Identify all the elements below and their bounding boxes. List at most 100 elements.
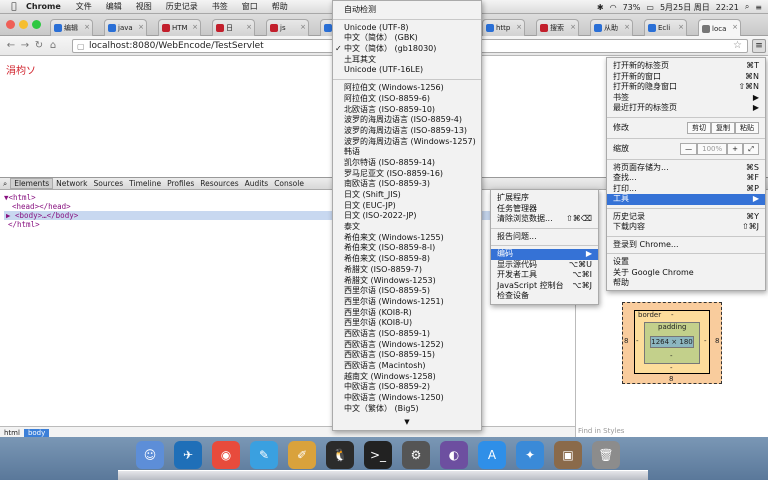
qq-icon[interactable]: 🐧 bbox=[326, 441, 354, 469]
eclipse-icon[interactable]: ◐ bbox=[440, 441, 468, 469]
wifi-icon[interactable]: ◠ bbox=[610, 3, 617, 12]
menu-item-chrome[interactable]: 打开新的标签页 ⌘T bbox=[607, 61, 765, 72]
menu-item-encoding[interactable]: 北欧语言 (ISO-8859-10) bbox=[333, 105, 481, 116]
menu-item-encoding[interactable]: 西欧语言 (Macintosh) bbox=[333, 361, 481, 372]
notes-icon[interactable]: ✐ bbox=[288, 441, 316, 469]
bluetooth-icon[interactable]: ✱ bbox=[597, 3, 604, 12]
pen-icon[interactable]: ✎ bbox=[250, 441, 278, 469]
menu-item-tool[interactable]: 编码 ▶ bbox=[491, 249, 598, 260]
browser-tab[interactable]: Ecli × bbox=[644, 19, 687, 36]
tab-close-icon[interactable]: × bbox=[246, 23, 252, 31]
menu-item-encoding[interactable]: 日文 (EUC-JP) bbox=[333, 201, 481, 212]
tab-close-icon[interactable]: × bbox=[732, 23, 738, 31]
tab-close-icon[interactable]: × bbox=[138, 23, 144, 31]
tab-close-icon[interactable]: × bbox=[84, 23, 90, 31]
tab-close-icon[interactable]: × bbox=[516, 23, 522, 31]
menu-item-auto-detect[interactable]: 自动检测 bbox=[333, 5, 481, 16]
spotlight-icon[interactable]: ⌕ bbox=[745, 2, 749, 12]
menu-item-encoding[interactable]: 日文 (ISO-2022-JP) bbox=[333, 211, 481, 222]
appstore-icon[interactable]: A bbox=[478, 441, 506, 469]
menu-item-encoding[interactable]: 希腊文 (Windows-1253) bbox=[333, 276, 481, 287]
forward-icon[interactable]: → bbox=[18, 40, 32, 51]
menu-item-encoding[interactable]: 越南文 (Windows-1258) bbox=[333, 372, 481, 383]
menu-item-encoding[interactable]: 西里尔语 (KOI8-U) bbox=[333, 318, 481, 329]
photo-icon[interactable]: ▣ bbox=[554, 441, 582, 469]
trash-icon[interactable]: 🗑 bbox=[592, 441, 620, 469]
menu-item-encoding[interactable]: 希伯来文 (ISO-8859-8-I) bbox=[333, 243, 481, 254]
menu-item-encoding[interactable]: 西里尔语 (Windows-1251) bbox=[333, 297, 481, 308]
menu-history[interactable]: 历史记录 bbox=[159, 1, 205, 12]
chrome-menu-button[interactable]: ≡ bbox=[752, 39, 766, 53]
menu-item-encoding[interactable]: 波罗的海周边语言 (ISO-8859-4) bbox=[333, 115, 481, 126]
menu-item-chrome[interactable]: 打开新的窗口 ⌘N bbox=[607, 72, 765, 83]
fullscreen-button[interactable]: ⤢ bbox=[743, 142, 759, 155]
menu-window[interactable]: 窗口 bbox=[235, 1, 265, 12]
clock[interactable]: 22:21 bbox=[716, 3, 739, 12]
browser-tab[interactable]: 从助 × bbox=[590, 19, 633, 36]
menu-item-encoding[interactable]: 阿拉伯文 (Windows-1256) bbox=[333, 83, 481, 94]
tab-close-icon[interactable]: × bbox=[624, 23, 630, 31]
menu-bookmarks[interactable]: 书签 bbox=[205, 1, 235, 12]
menu-item-chrome[interactable]: 帮助 bbox=[607, 278, 765, 289]
chrome-icon[interactable]: ◉ bbox=[212, 441, 240, 469]
menu-item-encoding[interactable]: 泰文 bbox=[333, 222, 481, 233]
menu-item-chrome[interactable]: 书签 ▶ bbox=[607, 93, 765, 104]
cut-button[interactable]: 剪切 bbox=[687, 121, 711, 134]
menu-item-encoding[interactable]: 西里尔语 (KOI8-R) bbox=[333, 308, 481, 319]
menu-item-tool[interactable]: 开发者工具 ⌥⌘I bbox=[491, 270, 598, 281]
menu-item-chrome[interactable]: 历史记录 ⌘Y bbox=[607, 212, 765, 223]
menu-item-encoding[interactable]: Unicode (UTF-16LE) bbox=[333, 65, 481, 76]
menu-item-chrome[interactable]: 最近打开的标签页 ▶ bbox=[607, 103, 765, 114]
menu-item-chrome[interactable]: 工具 ▶ bbox=[607, 194, 765, 205]
browser-tab[interactable]: java × bbox=[104, 19, 147, 36]
paste-button[interactable]: 粘贴 bbox=[735, 121, 759, 134]
menu-item-chrome[interactable]: 关于 Google Chrome bbox=[607, 268, 765, 279]
crumb-body[interactable]: body bbox=[23, 428, 50, 437]
menu-item-tool[interactable]: 显示源代码 ⌥⌘U bbox=[491, 260, 598, 271]
tab-close-icon[interactable]: × bbox=[678, 23, 684, 31]
menu-item-encoding[interactable]: 土耳其文 bbox=[333, 55, 481, 66]
list-icon[interactable]: ≡ bbox=[755, 3, 762, 12]
safari-icon[interactable]: ✦ bbox=[516, 441, 544, 469]
devtools-search-icon[interactable]: ⌕ bbox=[0, 179, 10, 189]
menu-item-encoding[interactable]: 西欧语言 (ISO-8859-1) bbox=[333, 329, 481, 340]
menu-item-encoding[interactable]: 中文（繁体） (Big5) bbox=[333, 404, 481, 415]
menu-item-tool[interactable]: 报告问题... bbox=[491, 232, 598, 243]
terminal-icon[interactable]: >_ bbox=[364, 441, 392, 469]
tab-audits[interactable]: Audits bbox=[242, 179, 272, 188]
menu-item-tool[interactable]: 清除浏览数据... ⇧⌘⌫ bbox=[491, 214, 598, 225]
scroll-down-icon[interactable]: ▼ bbox=[333, 418, 481, 426]
tab-resources[interactable]: Resources bbox=[197, 179, 241, 188]
tab-sources[interactable]: Sources bbox=[91, 179, 127, 188]
bookmark-star-icon[interactable]: ☆ bbox=[733, 40, 742, 52]
menu-item-chrome[interactable]: 打印... ⌘P bbox=[607, 184, 765, 195]
date-label[interactable]: 5月25日 周日 bbox=[660, 2, 710, 13]
copy-button[interactable]: 复制 bbox=[711, 121, 735, 134]
menu-item-encoding[interactable]: 罗马尼亚文 (ISO-8859-16) bbox=[333, 169, 481, 180]
menu-item-encoding[interactable]: 西欧语言 (Windows-1252) bbox=[333, 340, 481, 351]
menu-item-chrome[interactable]: 将页面存储为... ⌘S bbox=[607, 163, 765, 174]
tab-close-icon[interactable]: × bbox=[300, 23, 306, 31]
tab-close-icon[interactable]: × bbox=[192, 23, 198, 31]
menu-item-chrome[interactable]: 打开新的隐身窗口 ⇧⌘N bbox=[607, 82, 765, 93]
browser-tab[interactable]: loca × bbox=[698, 19, 741, 37]
menu-item-chrome[interactable]: 设置 bbox=[607, 257, 765, 268]
menu-item-tool[interactable]: 任务管理器 bbox=[491, 204, 598, 215]
zoom-in-button[interactable]: + bbox=[727, 142, 743, 155]
bird-icon[interactable]: ✈ bbox=[174, 441, 202, 469]
tab-console[interactable]: Console bbox=[271, 179, 307, 188]
tab-close-icon[interactable]: × bbox=[570, 23, 576, 31]
back-icon[interactable]: ← bbox=[4, 40, 18, 51]
menu-item-encoding[interactable]: 中欧语言 (Windows-1250) bbox=[333, 393, 481, 404]
menu-item-tool[interactable]: 检查设备 bbox=[491, 291, 598, 302]
menu-item-tool[interactable]: 扩展程序 bbox=[491, 193, 598, 204]
menu-item-encoding[interactable]: 波罗的海周边语言 (Windows-1257) bbox=[333, 137, 481, 148]
home-icon[interactable]: ⌂ bbox=[46, 40, 60, 51]
tab-network[interactable]: Network bbox=[53, 179, 90, 188]
tab-profiles[interactable]: Profiles bbox=[164, 179, 197, 188]
menu-item-tool[interactable]: JavaScript 控制台 ⌥⌘J bbox=[491, 281, 598, 292]
tab-elements[interactable]: Elements bbox=[10, 178, 54, 189]
menu-edit[interactable]: 编辑 bbox=[99, 1, 129, 12]
minimize-window-button[interactable] bbox=[19, 20, 28, 29]
menu-item-encoding[interactable]: 中文（简体） (GBK) bbox=[333, 33, 481, 44]
